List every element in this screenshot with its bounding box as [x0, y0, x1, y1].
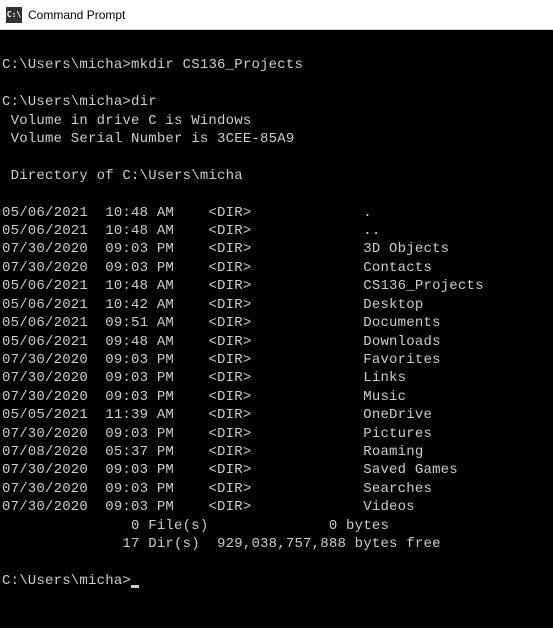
terminal-output[interactable]: C:\Users\micha>mkdir CS136_Projects C:\U…	[0, 30, 553, 592]
cursor	[131, 585, 139, 588]
window-title: Command Prompt	[28, 8, 125, 22]
serial-line: Volume Serial Number is 3CEE-85A9	[2, 131, 294, 147]
volume-line: Volume in drive C is Windows	[2, 113, 251, 129]
window-titlebar: C:\ Command Prompt	[0, 0, 553, 30]
directory-listing: 05/06/2021 10:48 AM <DIR> . 05/06/2021 1…	[2, 205, 484, 516]
summary-files: 0 File(s) 0 bytes	[2, 518, 389, 534]
directory-of-line: Directory of C:\Users\micha	[2, 168, 243, 184]
prompt: C:\Users\micha>	[2, 94, 131, 110]
cmd-icon: C:\	[6, 7, 22, 23]
prompt: C:\Users\micha>	[2, 573, 131, 589]
prompt: C:\Users\micha>	[2, 57, 131, 73]
command-dir: dir	[131, 94, 157, 110]
command-mkdir: mkdir CS136_Projects	[131, 57, 303, 73]
summary-dirs: 17 Dir(s) 929,038,757,888 bytes free	[2, 536, 441, 552]
